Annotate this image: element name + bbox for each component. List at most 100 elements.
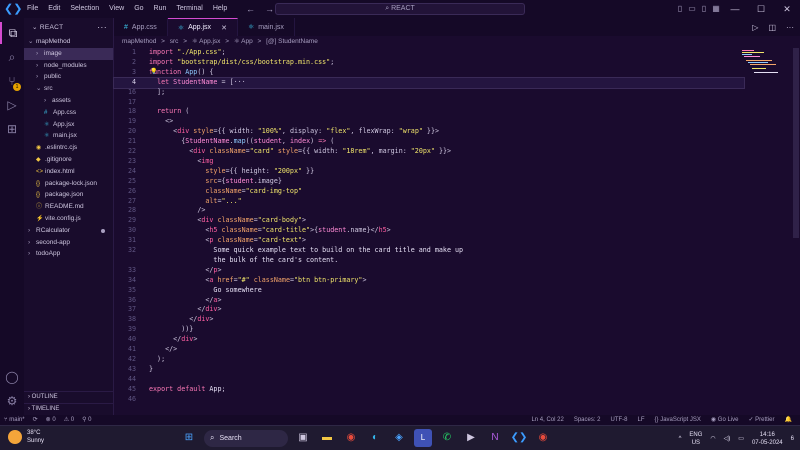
- toggle-sidebar-icon[interactable]: ▯: [674, 0, 686, 18]
- code-line[interactable]: 33 </p>: [114, 266, 744, 276]
- code-line[interactable]: 35 Go somewhere: [114, 286, 744, 296]
- menu-view[interactable]: View: [104, 0, 129, 18]
- close-tab-icon[interactable]: ✕: [221, 24, 227, 32]
- battery-icon[interactable]: ▭: [738, 435, 744, 442]
- code-line[interactable]: 19 <>: [114, 117, 744, 127]
- chrome-icon[interactable]: ◉: [534, 429, 552, 447]
- taskbar-search[interactable]: ⌕ Search: [204, 429, 288, 447]
- breadcrumb-folder[interactable]: mapMethod: [122, 38, 156, 45]
- code-line[interactable]: 42 );: [114, 355, 744, 365]
- menu-selection[interactable]: Selection: [65, 0, 104, 18]
- language-indicator[interactable]: ENG US: [689, 431, 702, 447]
- tab-app-jsx[interactable]: ⚛ App.jsx ✕: [167, 18, 238, 36]
- forward-arrow-icon[interactable]: →: [265, 4, 274, 14]
- prettier-status[interactable]: ✓ Prettier: [748, 415, 774, 425]
- code-line[interactable]: 29 <div className="card-body">: [114, 216, 744, 226]
- end-of-line[interactable]: LF: [638, 415, 645, 425]
- code-line[interactable]: the bulk of the card's content.: [114, 256, 744, 266]
- tree-item[interactable]: <> index.html: [24, 166, 113, 178]
- breadcrumb-symbol[interactable]: ⚛ App: [234, 38, 253, 45]
- run-debug-icon[interactable]: ▷: [0, 94, 24, 116]
- errors-count[interactable]: ⊗ 0: [46, 415, 56, 425]
- code-line[interactable]: 28 />: [114, 206, 744, 216]
- language-mode[interactable]: {} JavaScript JSX: [655, 415, 701, 425]
- breadcrumb-symbol[interactable]: [@] StudentName: [266, 38, 318, 45]
- code-line[interactable]: 36 </a>: [114, 296, 744, 306]
- account-icon[interactable]: ◯: [0, 366, 24, 388]
- tree-item[interactable]: › image: [24, 47, 113, 60]
- code-line[interactable]: 17: [114, 98, 744, 108]
- code-line[interactable]: 44: [114, 375, 744, 385]
- task-view-icon[interactable]: ▣: [294, 429, 312, 447]
- l-app-icon[interactable]: L: [414, 429, 432, 447]
- cursor-position[interactable]: Ln 4, Col 22: [531, 415, 563, 425]
- explorer-header[interactable]: ⌄ REACT ···: [24, 18, 113, 36]
- menu-edit[interactable]: Edit: [43, 0, 65, 18]
- code-line[interactable]: 4 let StudentName = [···: [113, 76, 745, 89]
- code-line[interactable]: 30 <h5 className="card-title">{student.n…: [114, 226, 744, 236]
- chrome-icon[interactable]: ◉: [342, 429, 360, 447]
- tree-item[interactable]: ⚛ App.jsx: [24, 119, 113, 131]
- vscode-taskbar-icon[interactable]: ❮❯: [510, 429, 528, 447]
- search-icon[interactable]: ⌕: [0, 46, 24, 68]
- code-line[interactable]: 16 ];: [114, 88, 744, 98]
- media-player-icon[interactable]: ▶: [462, 429, 480, 447]
- breadcrumb-folder[interactable]: src: [170, 38, 179, 45]
- back-arrow-icon[interactable]: ←: [246, 4, 255, 14]
- menu-terminal[interactable]: Terminal: [171, 0, 207, 18]
- minimap[interactable]: [740, 48, 780, 88]
- editor-scrollbar[interactable]: [792, 48, 800, 415]
- tree-item[interactable]: ⚡ vite.config.js: [24, 213, 113, 225]
- menu-file[interactable]: File: [22, 0, 43, 18]
- tree-item[interactable]: ⌄ src: [24, 83, 113, 95]
- explorer-icon[interactable]: ⧉: [0, 22, 24, 44]
- branch-indicator[interactable]: ⑂ main*: [4, 415, 25, 425]
- tree-item[interactable]: › RCalculator: [24, 225, 113, 237]
- code-line[interactable]: 39 ))}: [114, 325, 744, 335]
- code-line[interactable]: 3 function App() {: [114, 68, 744, 78]
- ports-count[interactable]: ⚲ 0: [82, 415, 91, 425]
- split-editor-icon[interactable]: ◫: [768, 23, 776, 32]
- scrollbar-thumb[interactable]: [793, 48, 799, 238]
- store-icon[interactable]: ◈: [390, 429, 408, 447]
- code-line[interactable]: 34 <a href="#" className="btn btn-primar…: [114, 276, 744, 286]
- code-line[interactable]: 2 import "bootstrap/dist/css/bootstrap.mi…: [114, 58, 744, 68]
- chevron-up-icon[interactable]: ^: [679, 436, 682, 442]
- settings-gear-icon[interactable]: ⚙: [0, 390, 24, 412]
- close-icon[interactable]: ✕: [774, 0, 800, 18]
- tree-item[interactable]: ⚛ main.jsx: [24, 130, 113, 142]
- whatsapp-icon[interactable]: ✆: [438, 429, 456, 447]
- tree-item[interactable]: › todoApp: [24, 248, 113, 260]
- timeline-section[interactable]: › TIMELINE: [24, 403, 114, 414]
- indentation[interactable]: Spaces: 2: [574, 415, 601, 425]
- code-line[interactable]: 40 </div>: [114, 335, 744, 345]
- menu-help[interactable]: Help: [208, 0, 232, 18]
- go-live-button[interactable]: ◉ Go Live: [711, 415, 739, 425]
- code-line[interactable]: 37 </div>: [114, 305, 744, 315]
- code-line[interactable]: 45 export default App;: [114, 385, 744, 395]
- notifications-bell-icon[interactable]: 🔔: [785, 415, 792, 425]
- toggle-secondary-sidebar-icon[interactable]: ▯: [698, 0, 710, 18]
- code-line[interactable]: 41 </>: [114, 345, 744, 355]
- code-line[interactable]: 18 return (: [114, 107, 744, 117]
- tree-item[interactable]: ⌄ mapMethod: [24, 36, 113, 48]
- minimize-icon[interactable]: —: [722, 0, 748, 18]
- customize-layout-icon[interactable]: ▦: [710, 0, 722, 18]
- file-explorer-icon[interactable]: ▬: [318, 429, 336, 447]
- breadcrumb-file[interactable]: ⚛ App.jsx: [192, 38, 221, 45]
- maximize-icon[interactable]: ☐: [748, 0, 774, 18]
- code-line[interactable]: 38 </div>: [114, 315, 744, 325]
- menu-go[interactable]: Go: [129, 0, 148, 18]
- code-editor[interactable]: 1 import "./App.css"; 2 import "bootstrap/d…: [113, 48, 800, 415]
- wifi-icon[interactable]: ◠: [710, 435, 715, 442]
- code-line[interactable]: 23 <img: [114, 157, 744, 167]
- code-line[interactable]: 21 {StudentName.map((student, index) => …: [114, 137, 744, 147]
- warnings-count[interactable]: ⚠ 0: [64, 415, 74, 425]
- tree-item[interactable]: ◆ .gitignore: [24, 154, 113, 166]
- onenote-icon[interactable]: N: [486, 429, 504, 447]
- code-line[interactable]: 32 Some quick example text to build on t…: [114, 246, 744, 256]
- code-line[interactable]: 27 alt="...": [114, 197, 744, 207]
- lightbulb-icon[interactable]: 💡: [150, 68, 157, 75]
- source-control-icon[interactable]: ⑂ 1: [0, 70, 24, 92]
- tree-item[interactable]: {} package.json: [24, 189, 113, 201]
